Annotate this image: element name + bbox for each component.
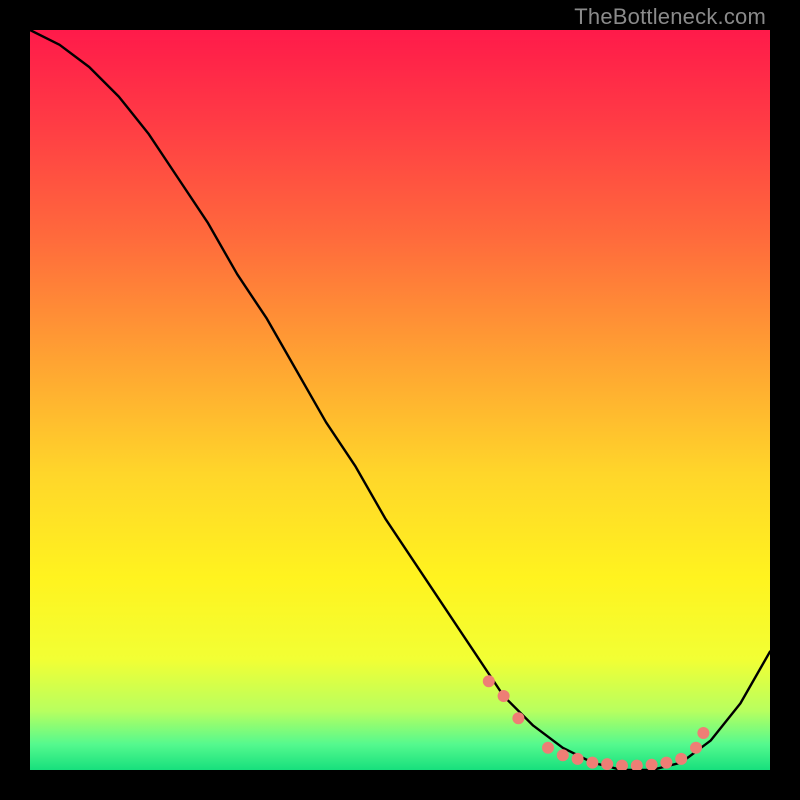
data-marker <box>483 675 495 687</box>
data-marker <box>660 757 672 769</box>
data-marker <box>498 690 510 702</box>
data-marker <box>631 760 643 770</box>
data-marker <box>646 759 658 770</box>
chart-overlay <box>30 30 770 770</box>
data-marker <box>512 712 524 724</box>
marker-group <box>483 675 710 770</box>
data-marker <box>690 742 702 754</box>
data-marker <box>616 760 628 770</box>
watermark-text: TheBottleneck.com <box>574 4 766 30</box>
data-marker <box>586 757 598 769</box>
plot-area <box>30 30 770 770</box>
bottleneck-curve <box>30 30 770 770</box>
data-marker <box>572 753 584 765</box>
data-marker <box>542 742 554 754</box>
data-marker <box>601 758 613 770</box>
data-marker <box>675 753 687 765</box>
data-marker <box>557 749 569 761</box>
data-marker <box>697 727 709 739</box>
chart-frame: TheBottleneck.com <box>0 0 800 800</box>
